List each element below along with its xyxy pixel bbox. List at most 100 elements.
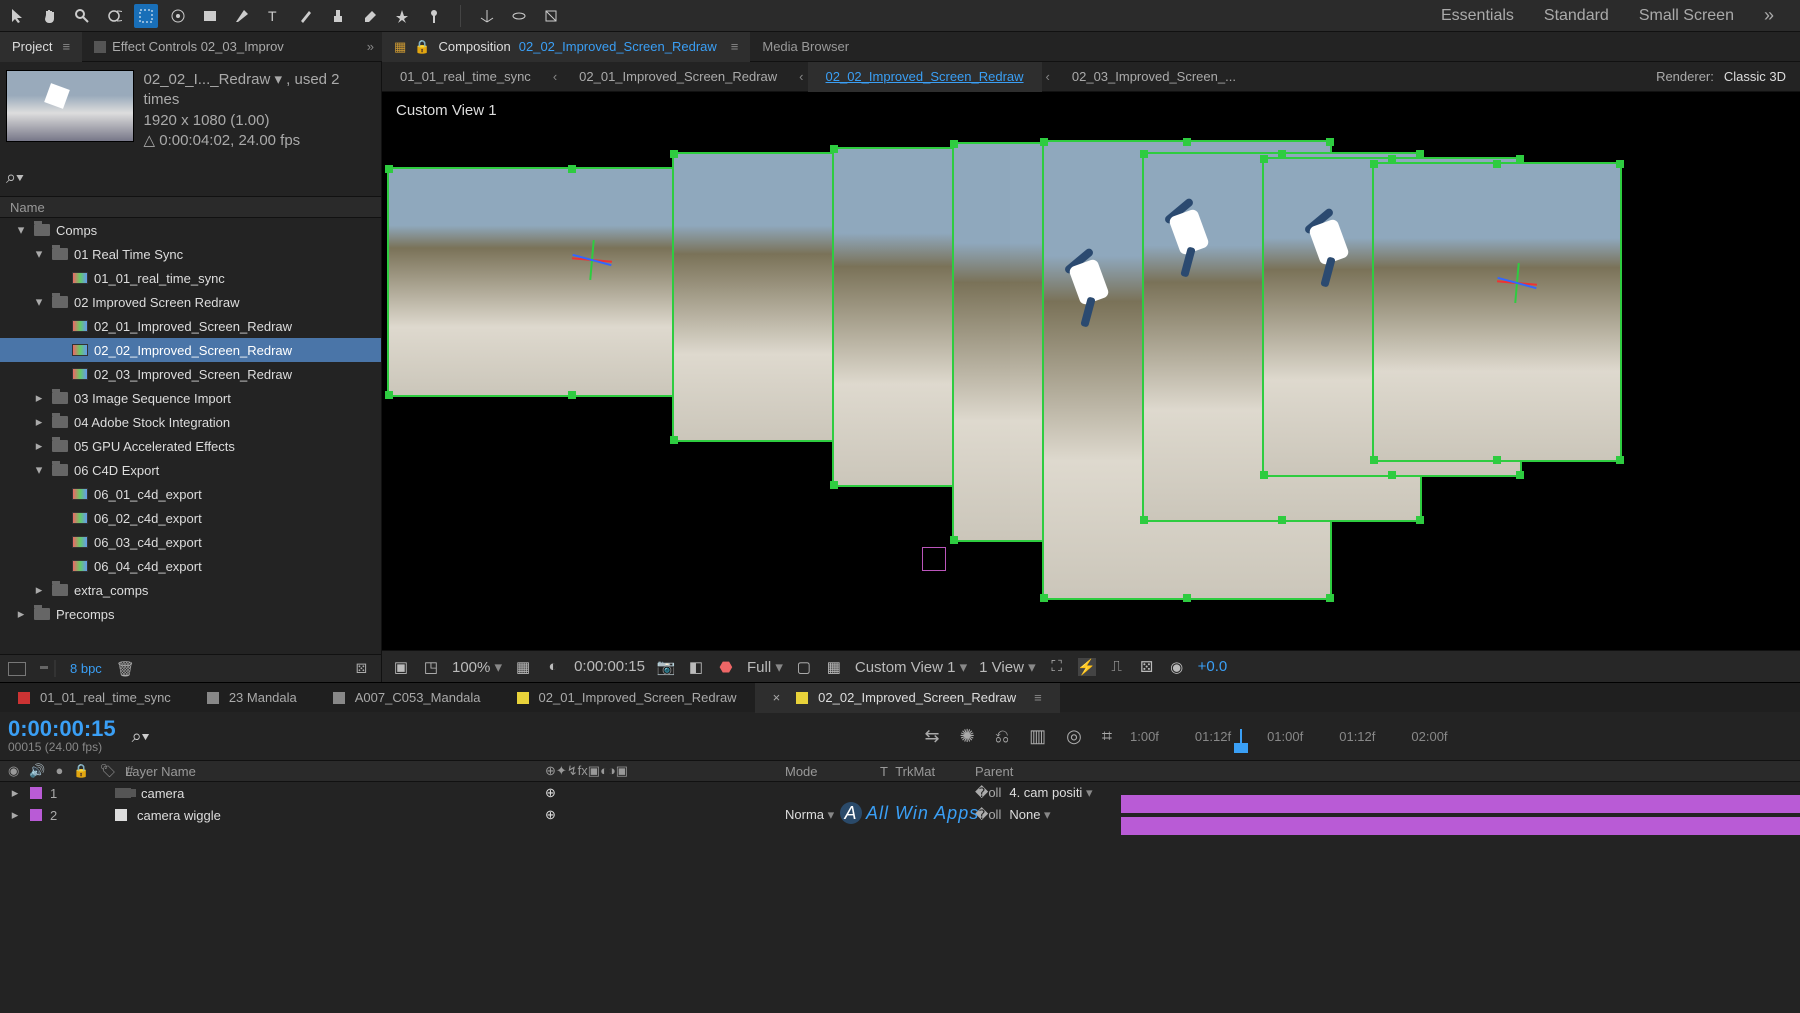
tab-composition[interactable]: ▦ 🔒 Composition 02_02_Improved_Screen_Re… — [382, 32, 750, 62]
current-timecode[interactable]: 0:00:00:15 — [8, 718, 116, 740]
mask-icon[interactable]: ◐ — [544, 658, 562, 676]
close-icon[interactable]: × — [773, 690, 781, 705]
label-swatch[interactable] — [30, 809, 42, 821]
layer-switch[interactable]: ⊕ — [545, 807, 556, 822]
reset-exposure-icon[interactable]: ◉ — [1168, 658, 1186, 676]
selection-tool-icon[interactable] — [6, 4, 30, 28]
comp-row[interactable]: 06_03_c4d_export — [0, 530, 381, 554]
orbit-tool-icon[interactable] — [102, 4, 126, 28]
view-axis-icon[interactable] — [539, 4, 563, 28]
motion-blur-icon[interactable]: ◎ — [1066, 726, 1082, 747]
snapshot-icon[interactable]: 📷 — [657, 658, 675, 676]
search-icon[interactable]: ⌕▾ — [6, 167, 24, 188]
surfer-layer[interactable] — [1062, 242, 1132, 332]
color-mgmt-icon[interactable]: ⬣ — [717, 658, 735, 676]
column-header-name[interactable]: Name — [0, 196, 381, 218]
comp-breadcrumb[interactable]: 02_03_Improved_Screen_... — [1054, 62, 1254, 92]
folder-row[interactable]: ▸Precomps — [0, 602, 381, 626]
workspace-more-icon[interactable]: » — [1764, 5, 1774, 26]
trash-icon[interactable]: 🗑 — [116, 660, 135, 678]
local-axis-icon[interactable] — [475, 4, 499, 28]
label-col-icon[interactable]: 🏷 — [100, 763, 117, 779]
fast-previews-icon[interactable]: ⚡ — [1078, 658, 1096, 676]
current-time[interactable]: 0:00:00:15 — [574, 658, 645, 675]
layer-bar[interactable] — [1121, 817, 1800, 835]
renderer[interactable]: Renderer:Classic 3D — [1656, 69, 1800, 84]
tab-effect-controls[interactable]: Effect Controls 02_03_Improv — [82, 32, 296, 62]
camera-dropdown[interactable]: Custom View 1 — [855, 658, 967, 676]
timeline-tab[interactable]: A007_C053_Mandala — [315, 683, 499, 713]
surfer-layer[interactable] — [1302, 202, 1372, 292]
hide-shy-icon[interactable]: ⎌ — [995, 726, 1009, 747]
views-dropdown[interactable]: 1 View — [979, 658, 1035, 676]
workspace-essentials[interactable]: Essentials — [1441, 7, 1514, 25]
eye-col-icon[interactable]: ◉ — [8, 763, 19, 779]
tab-menu-icon[interactable]: ≡ — [1034, 690, 1042, 705]
layer-switch[interactable]: ⊕ — [545, 785, 556, 800]
timeline-tab[interactable]: 02_01_Improved_Screen_Redraw — [499, 683, 755, 713]
magnification-icon[interactable]: ◳ — [422, 658, 440, 676]
roto-brush-tool-icon[interactable] — [390, 4, 414, 28]
timeline-icon[interactable]: ⎍ — [1108, 658, 1126, 676]
comp-row[interactable]: 06_04_c4d_export — [0, 554, 381, 578]
parent-dropdown[interactable]: None — [1009, 807, 1050, 823]
tab-project[interactable]: Project≡ — [0, 32, 82, 62]
blend-mode-dropdown[interactable]: Norma — [785, 807, 834, 822]
comp-row[interactable]: 01_01_real_time_sync — [0, 266, 381, 290]
clone-stamp-tool-icon[interactable] — [326, 4, 350, 28]
folder-row[interactable]: ▸extra_comps — [0, 578, 381, 602]
project-thumbnail[interactable] — [6, 70, 134, 142]
eraser-tool-icon[interactable] — [358, 4, 382, 28]
transparency-grid-icon[interactable]: ▦ — [825, 658, 843, 676]
folder-row[interactable]: ▾02 Improved Screen Redraw — [0, 290, 381, 314]
time-ruler[interactable]: 1:00f01:12f01:00f01:12f02:00f — [1120, 729, 1800, 744]
label-swatch[interactable] — [30, 787, 42, 799]
folder-row[interactable]: ▾Comps — [0, 218, 381, 242]
comp-row[interactable]: 02_03_Improved_Screen_Redraw — [0, 362, 381, 386]
folder-row[interactable]: ▸04 Adobe Stock Integration — [0, 410, 381, 434]
pixel-aspect-icon[interactable]: ⛶ — [1048, 658, 1066, 676]
parent-dropdown[interactable]: 4. cam positi — [1009, 785, 1092, 801]
viewer[interactable]: Custom View 1 — [382, 92, 1800, 650]
comp-breadcrumb[interactable]: 02_02_Improved_Screen_Redraw — [808, 62, 1042, 92]
puppet-pin-tool-icon[interactable] — [422, 4, 446, 28]
folder-row[interactable]: ▸03 Image Sequence Import — [0, 386, 381, 410]
timeline-search-icon[interactable]: ⌕▾ — [132, 726, 150, 747]
folder-row[interactable]: ▾06 C4D Export — [0, 458, 381, 482]
comp-breadcrumb[interactable]: 02_01_Improved_Screen_Redraw — [561, 62, 795, 92]
comp-breadcrumb[interactable]: 01_01_real_time_sync — [382, 62, 549, 92]
tab-media-browser[interactable]: Media Browser — [750, 32, 861, 62]
roi-icon[interactable]: ▢ — [795, 658, 813, 676]
null-object[interactable] — [922, 547, 946, 571]
solo-col-icon[interactable]: ● — [56, 763, 64, 779]
frame-blend-icon[interactable]: ▥ — [1029, 726, 1046, 747]
comp-row[interactable]: 06_02_c4d_export — [0, 506, 381, 530]
comp-mini-flowchart-icon[interactable]: ⇆ — [925, 726, 940, 747]
lock-icon[interactable]: 🔒 — [414, 39, 430, 55]
exposure-value[interactable]: +0.0 — [1198, 658, 1228, 675]
interpret-footage-icon[interactable] — [8, 662, 26, 676]
flowchart-icon[interactable]: ⚄ — [356, 661, 373, 677]
unified-camera-tool-icon[interactable] — [166, 4, 190, 28]
pickwhip-icon[interactable]: �oll — [975, 785, 1001, 801]
playhead[interactable] — [1240, 729, 1242, 744]
bit-depth-button[interactable]: 8 bpc — [70, 661, 102, 676]
always-preview-icon[interactable]: ▣ — [392, 658, 410, 676]
grid-icon[interactable]: ▦ — [514, 658, 532, 676]
zoom-dropdown[interactable]: 100% — [452, 658, 502, 676]
folder-row[interactable]: ▸05 GPU Accelerated Effects — [0, 434, 381, 458]
brush-tool-icon[interactable] — [294, 4, 318, 28]
zoom-tool-icon[interactable] — [70, 4, 94, 28]
panel-overflow-icon[interactable]: » — [359, 39, 382, 54]
draft-3d-icon[interactable]: ✺ — [960, 726, 975, 747]
surfer-layer[interactable] — [1162, 192, 1232, 282]
new-comp-icon[interactable] — [54, 661, 56, 676]
timeline-tab[interactable]: 23 Mandala — [189, 683, 315, 713]
rectangle-tool-icon[interactable] — [198, 4, 222, 28]
comp-row[interactable]: 06_01_c4d_export — [0, 482, 381, 506]
layer-row[interactable]: ▸1camera⊕�oll4. cam positi — [0, 782, 1800, 804]
folder-row[interactable]: ▾01 Real Time Sync — [0, 242, 381, 266]
show-channel-icon[interactable]: ◧ — [687, 658, 705, 676]
resolution-dropdown[interactable]: Full — [747, 658, 783, 676]
flowchart-icon[interactable]: ⚄ — [1138, 658, 1156, 676]
